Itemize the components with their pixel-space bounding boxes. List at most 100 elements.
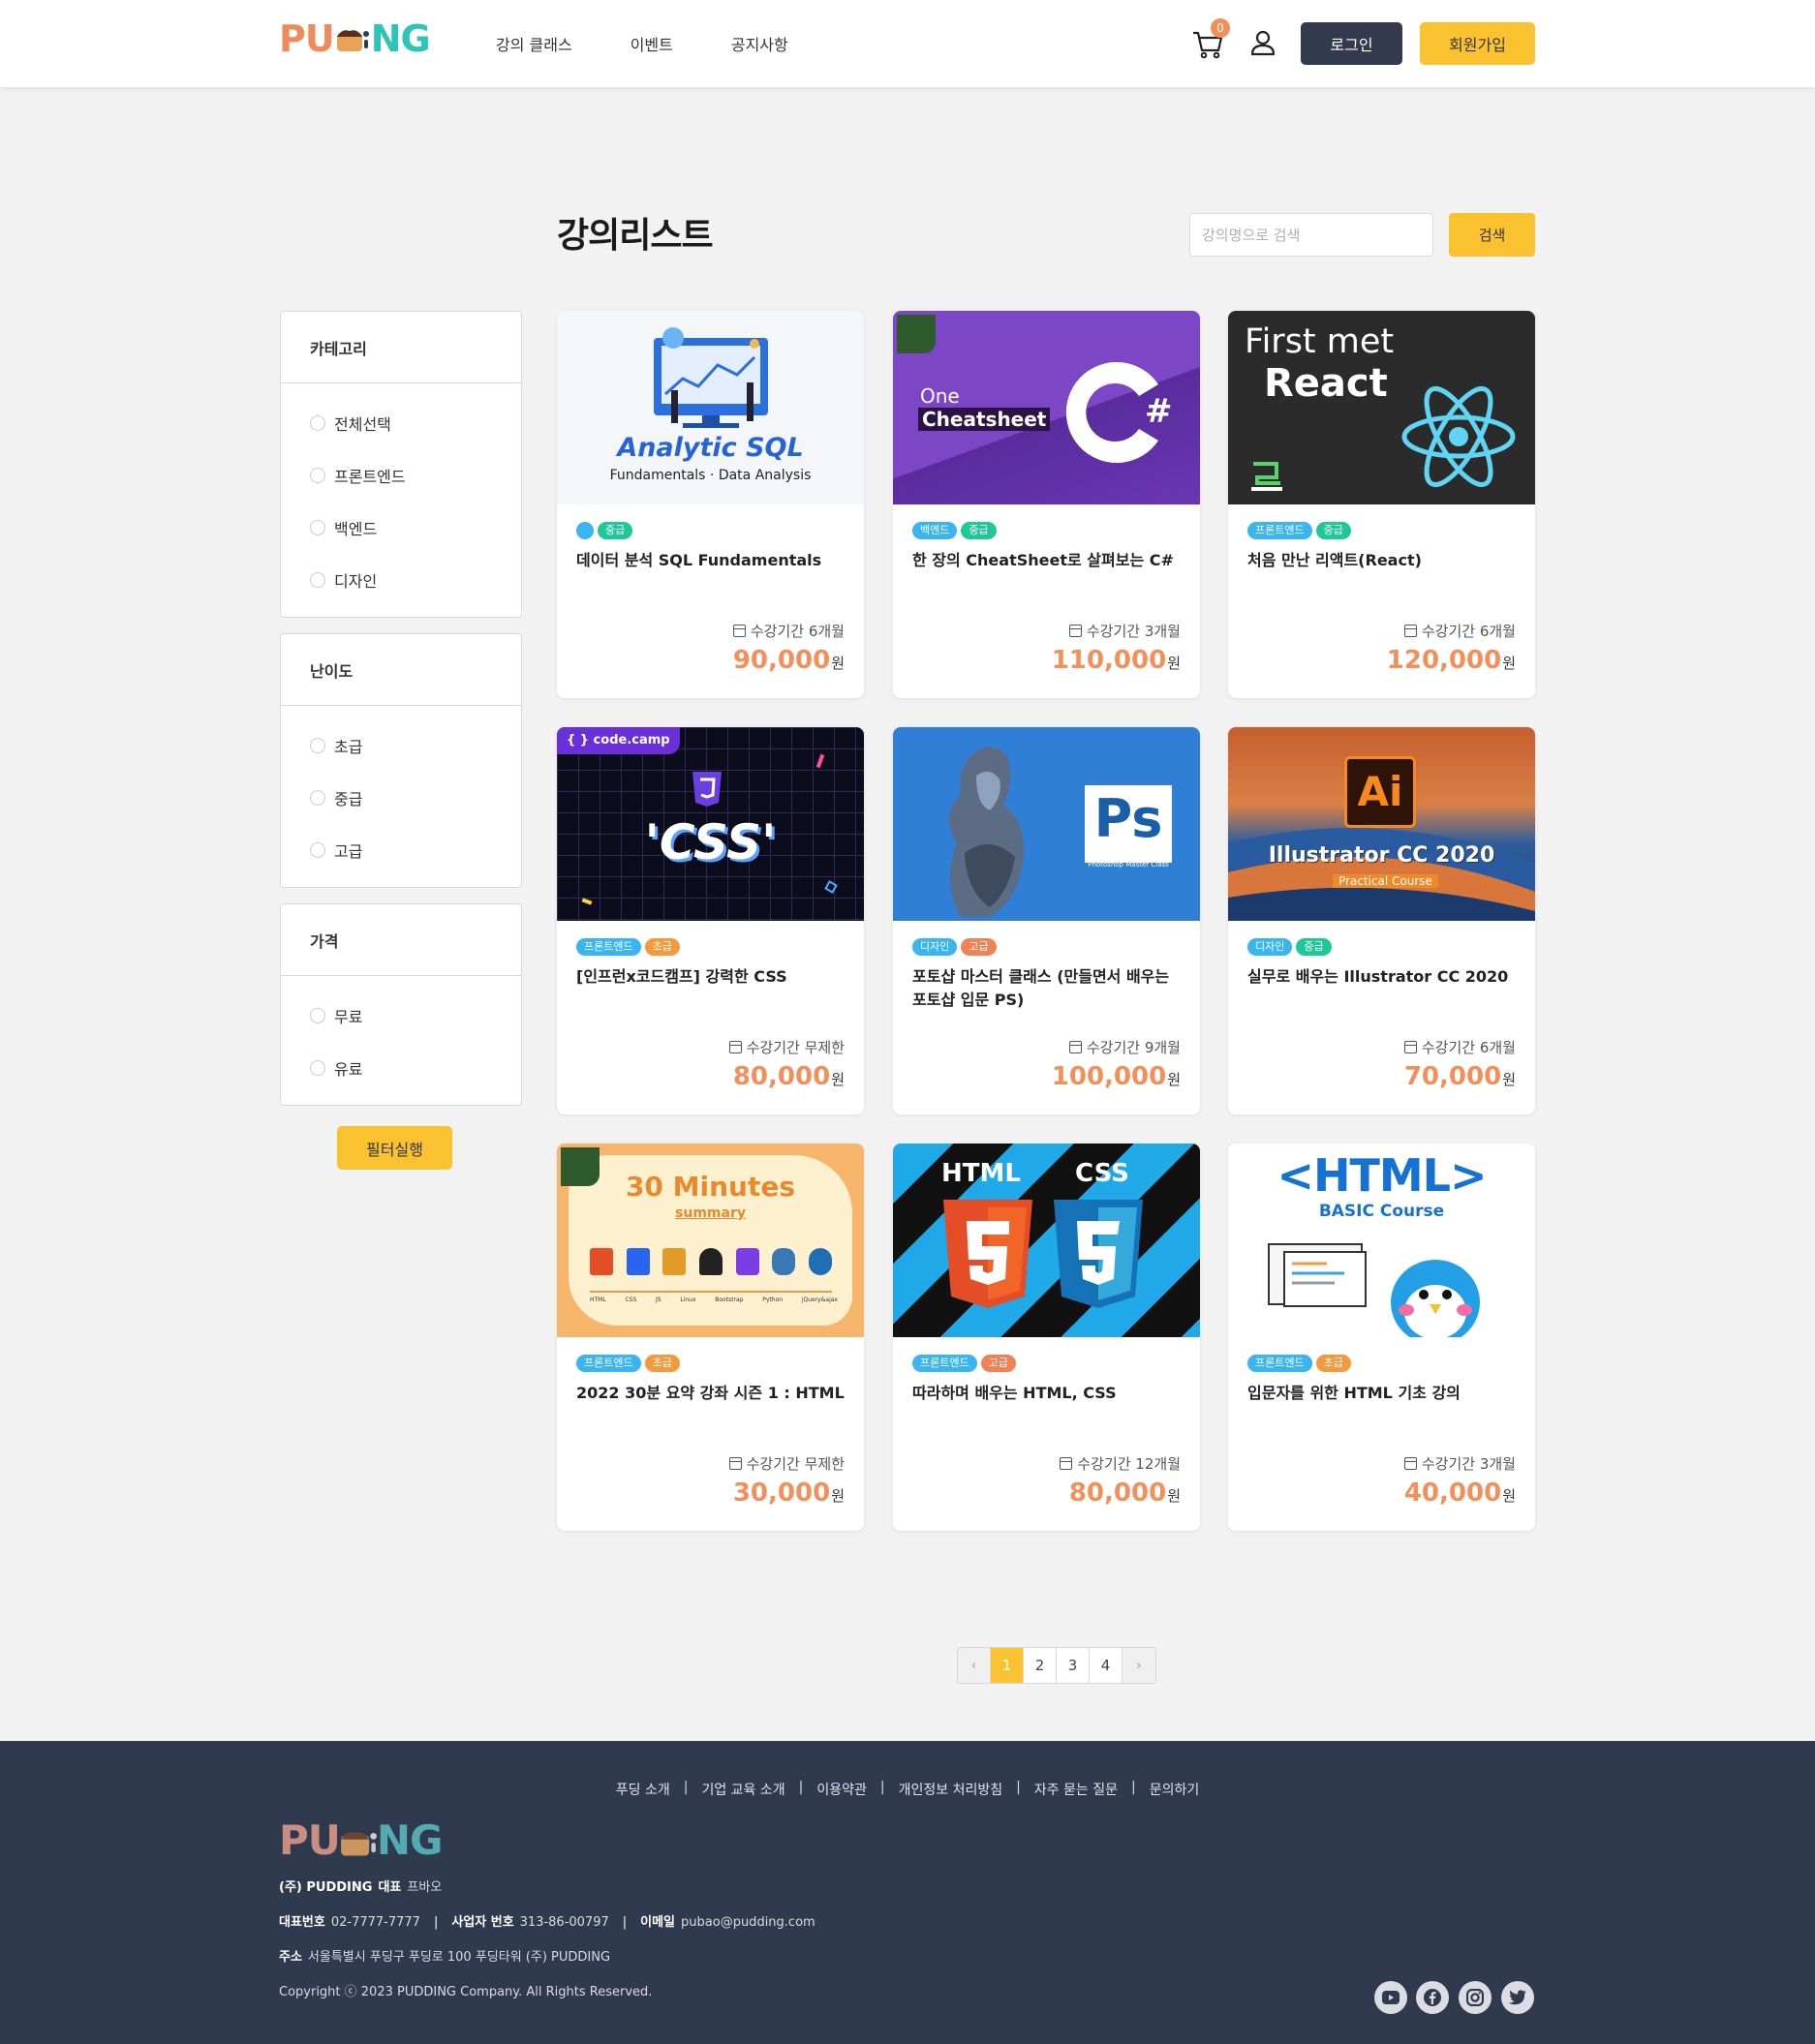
filter-option-free[interactable]: 무료: [310, 990, 521, 1042]
youtube-icon[interactable]: [1374, 1981, 1407, 2014]
course-title: 데이터 분석 SQL Fundamentals: [576, 551, 822, 569]
signup-button[interactable]: 회원가입: [1420, 22, 1535, 65]
course-thumbnail: 30 Minutes summary HTML CSS JS Linux Bootstr…: [557, 1144, 864, 1337]
footer-link-about[interactable]: 푸딩 소개: [616, 1780, 670, 1799]
filter-option-design[interactable]: 디자인: [310, 554, 521, 606]
course-price: 40,000원: [1403, 1479, 1516, 1508]
course-price: 110,000원: [1051, 646, 1181, 675]
tech-labels: HTML CSS JS Linux Bootstrap Python jQuery&ajax: [590, 1297, 838, 1303]
radio-icon[interactable]: [310, 842, 325, 858]
category-tag: 백엔드: [912, 522, 958, 539]
course-title: 한 장의 CheatSheet로 살펴보는 C#: [912, 551, 1174, 569]
course-card[interactable]: 30 Minutes summary HTML CSS JS Linux Bootstr…: [557, 1144, 864, 1531]
thumb-text-sharp: #: [1145, 392, 1173, 431]
course-card[interactable]: HTML CSS 프론트엔드 고급 따라하며 배우는 HTML, CSS 수강기…: [893, 1144, 1200, 1531]
course-period: 수강기간 6개월: [1403, 621, 1516, 641]
instagram-icon[interactable]: [1459, 1981, 1492, 2014]
html5-shield-icon: [943, 1200, 1032, 1308]
apply-filter-button[interactable]: 필터실행: [337, 1126, 452, 1170]
level-tag: 초급: [644, 938, 680, 956]
footer-address: 주소 서울특별시 푸딩구 푸딩로 100 푸딩타워 (주) PUDDING: [279, 1950, 611, 1965]
filter-category: 카테고리 전체선택 프론트엔드 백엔드 디자인: [280, 311, 522, 618]
filter-option-frontend[interactable]: 프론트엔드: [310, 449, 521, 502]
filter-option-beginner[interactable]: 초급: [310, 719, 521, 772]
course-card[interactable]: { } code.camp 'CSS' 프론트엔드 초급 [인프런x코드캠프] …: [557, 727, 864, 1114]
thumb-subtitle: Fundamentals · Data Analysis: [609, 468, 812, 483]
radio-icon[interactable]: [310, 1060, 325, 1076]
course-tags: 디자인 중급: [1247, 938, 1332, 956]
footer-copyright: Copyright ⓒ 2023 PUDDING Company. All Ri…: [279, 1985, 653, 1999]
thumb-subtitle: summary: [675, 1205, 746, 1221]
radio-icon[interactable]: [310, 790, 325, 806]
facebook-icon[interactable]: [1416, 1981, 1449, 2014]
course-card[interactable]: Analytic SQL Fundamentals · Data Analysi…: [557, 311, 864, 698]
filter-option-advanced[interactable]: 고급: [310, 824, 521, 876]
radio-icon[interactable]: [310, 468, 325, 483]
thumb-text-one: One: [920, 384, 960, 408]
page-button-2[interactable]: 2: [1024, 1648, 1057, 1683]
radio-icon[interactable]: [310, 738, 325, 753]
photoshop-logo-icon: Ps: [1085, 785, 1172, 863]
thumb-subtitle: Photoshop Master Class: [1088, 861, 1169, 869]
filter-option-intermediate[interactable]: 중급: [310, 772, 521, 824]
pudding-logo[interactable]: PU NG: [279, 17, 431, 60]
footer-link-contact[interactable]: 문의하기: [1150, 1780, 1200, 1799]
css3-shield-icon: [692, 772, 722, 807]
site-header: PU NG 강의 클래스 이벤트 공지사항 0 로그인 회원가입: [0, 0, 1815, 87]
category-tag: 디자인: [1247, 938, 1293, 956]
course-period: 수강기간 6개월: [732, 621, 845, 641]
page-button-4[interactable]: 4: [1090, 1648, 1123, 1683]
course-card[interactable]: First met React 프론트엔드 중급 처음 만난 리액트(React…: [1228, 311, 1535, 698]
css3-shield-icon: [1054, 1200, 1143, 1308]
filter-option-all[interactable]: 전체선택: [310, 397, 521, 449]
user-icon[interactable]: [1249, 29, 1277, 56]
footer-company: (주) PUDDING 대표 프바오: [279, 1880, 443, 1895]
search-button[interactable]: 검색: [1449, 213, 1535, 257]
next-page-button[interactable]: ›: [1123, 1648, 1155, 1683]
course-period: 수강기간 3개월: [1068, 621, 1181, 641]
footer-logo[interactable]: PU NG: [279, 1816, 444, 1864]
course-card[interactable]: <HTML> BASIC Course 프론트엔드 초급 입문자를 위한 HTM…: [1228, 1144, 1535, 1531]
course-price: 90,000원: [732, 646, 845, 675]
site-footer: 푸딩 소개 | 기업 교육 소개 | 이용약관 | 개인정보 처리방침 | 자주…: [0, 1741, 1815, 2044]
radio-icon[interactable]: [310, 520, 325, 535]
filter-option-paid[interactable]: 유료: [310, 1042, 521, 1094]
category-tag: 프론트엔드: [1247, 1355, 1312, 1372]
footer-link-privacy[interactable]: 개인정보 처리방침: [899, 1780, 1003, 1799]
twitter-icon[interactable]: [1501, 1981, 1534, 2014]
course-thumbnail: <HTML> BASIC Course: [1228, 1144, 1535, 1337]
filter-level: 난이도 초급 중급 고급: [280, 633, 522, 888]
course-period: 수강기간 9개월: [1068, 1037, 1181, 1057]
login-button[interactable]: 로그인: [1301, 22, 1402, 65]
course-tags: 프론트엔드 초급: [576, 1355, 680, 1372]
radio-icon[interactable]: [310, 1008, 325, 1023]
footer-link-faq[interactable]: 자주 묻는 질문: [1034, 1780, 1118, 1799]
page-button-1[interactable]: 1: [991, 1648, 1024, 1683]
prev-page-button[interactable]: ‹: [958, 1648, 991, 1683]
radio-icon[interactable]: [310, 572, 325, 588]
thumb-title: Illustrator CC 2020: [1268, 843, 1495, 868]
filter-option-backend[interactable]: 백엔드: [310, 502, 521, 554]
course-card[interactable]: Ps Photoshop Master Class 디자인 고급 포토샵 마스터…: [893, 727, 1200, 1114]
illustrator-logo-icon: Ai: [1344, 756, 1416, 828]
course-search-input[interactable]: [1189, 213, 1433, 257]
footer-links: 푸딩 소개 | 기업 교육 소개 | 이용약관 | 개인정보 처리방침 | 자주…: [615, 1780, 1200, 1799]
course-card[interactable]: One Cheatsheet # 백엔드 중급 한 장의 CheatSheet로…: [893, 311, 1200, 698]
thumb-title: Analytic SQL: [617, 433, 804, 463]
footer-link-terms[interactable]: 이용약관: [816, 1780, 867, 1799]
course-period: 수강기간 3개월: [1403, 1453, 1516, 1474]
thumb-title: 30 Minutes: [625, 1171, 796, 1203]
course-tags: 디자인 고급: [912, 938, 997, 956]
nav-courses[interactable]: 강의 클래스: [496, 32, 572, 55]
category-tag: [576, 522, 594, 539]
nav-notices[interactable]: 공지사항: [731, 32, 788, 55]
footer-link-corporate[interactable]: 기업 교육 소개: [701, 1780, 784, 1799]
course-period: 수강기간 12개월: [1060, 1453, 1181, 1474]
nav-events[interactable]: 이벤트: [631, 32, 673, 55]
thumb-text-cheatsheet: Cheatsheet: [918, 408, 1051, 431]
course-card[interactable]: Ai Illustrator CC 2020 Practical Course …: [1228, 727, 1535, 1114]
course-thumbnail: Ai Illustrator CC 2020 Practical Course: [1228, 727, 1535, 921]
radio-icon[interactable]: [310, 415, 325, 431]
page-button-3[interactable]: 3: [1057, 1648, 1090, 1683]
calendar-icon: [1403, 625, 1417, 637]
